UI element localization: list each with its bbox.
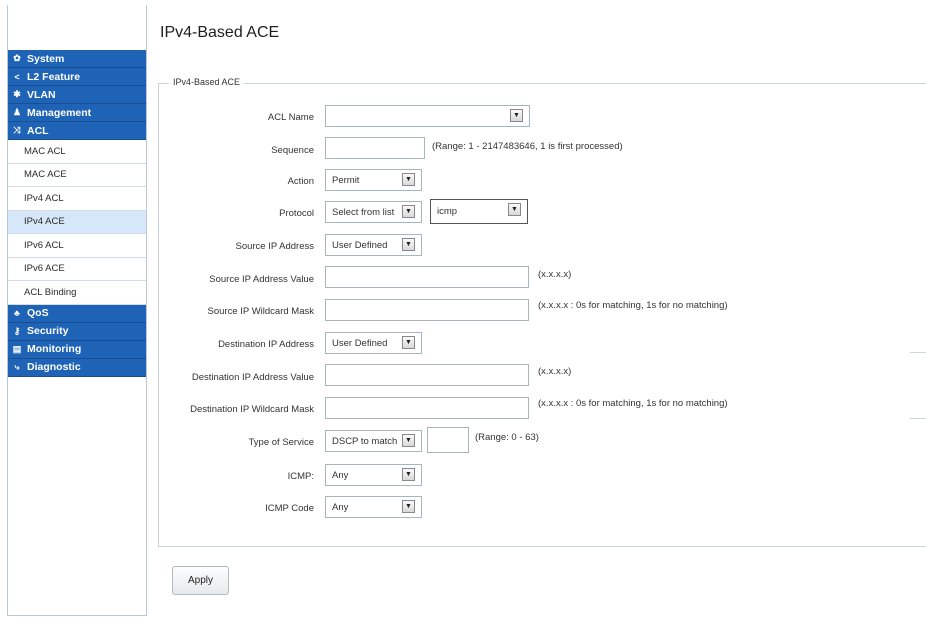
sidebar-section-qos[interactable]: ♣ QoS <box>8 304 146 323</box>
icmp-value: Any <box>332 469 349 481</box>
destination-ip-value: User Defined <box>332 337 388 349</box>
action-label: Action <box>287 176 314 187</box>
icmp-code-label: ICMP Code <box>265 503 314 514</box>
sidebar-section-vlan[interactable]: ✱ VLAN <box>8 86 146 104</box>
sidebar-top-spacer <box>8 5 146 50</box>
shuffle-icon: ⤨ <box>13 125 21 135</box>
source-ip-label: Source IP Address <box>235 241 314 252</box>
share-icon: < <box>14 71 20 82</box>
action-value: Permit <box>332 174 360 186</box>
fieldset-legend: IPv4-Based ACE <box>169 77 245 87</box>
sidebar-section-label: System <box>27 52 65 65</box>
tos-input[interactable] <box>427 427 469 453</box>
sequence-hint: (Range: 1 - 2147483646, 1 is first proce… <box>432 141 623 152</box>
destination-ip-value-input[interactable] <box>325 364 529 386</box>
apply-button[interactable]: Apply <box>172 566 229 595</box>
icmp-label: ICMP: <box>287 471 314 482</box>
page-title: IPv4-Based ACE <box>160 24 280 41</box>
sidebar-section-label: Monitoring <box>27 343 82 355</box>
monitor-icon: ▤ <box>12 343 22 354</box>
destination-ip-value-hint: (x.x.x.x) <box>538 366 572 377</box>
chevron-down-icon: ▼ <box>402 173 415 186</box>
user-icon: ♟ <box>12 107 22 117</box>
sidebar-item-label: IPv6 ACL <box>24 239 64 251</box>
sidebar-item-ipv6-ace[interactable]: IPv6 ACE <box>8 257 146 281</box>
key-icon: ⚷ <box>13 325 21 336</box>
sidebar-item-label: IPv4 ACE <box>24 216 65 228</box>
chevron-down-icon: ▼ <box>402 500 415 513</box>
source-wildcard-input[interactable] <box>325 299 529 321</box>
chevron-down-icon: ▼ <box>402 434 415 447</box>
divider <box>910 418 926 419</box>
sidebar-section-label: Management <box>27 106 92 119</box>
destination-wildcard-hint: (x.x.x.x : 0s for matching, 1s for no ma… <box>538 398 728 409</box>
protocol-value: Select from list <box>332 206 395 218</box>
icmp-code-value: Any <box>332 501 349 513</box>
source-ip-value: User Defined <box>332 239 388 251</box>
tos-select[interactable]: DSCP to match ▼ <box>325 430 422 452</box>
source-ip-value-label: Source IP Address Value <box>209 274 314 285</box>
source-ip-select[interactable]: User Defined ▼ <box>325 234 422 256</box>
sidebar-item-mac-ace[interactable]: MAC ACE <box>8 163 146 187</box>
source-wildcard-label: Source IP Wildcard Mask <box>207 306 314 317</box>
sidebar-item-label: IPv4 ACL <box>24 192 64 204</box>
sidebar-item-label: MAC ACL <box>24 145 66 157</box>
sidebar: ✿ System < L2 Feature ✱ VLAN ♟ Managemen… <box>7 5 147 616</box>
chevron-down-icon: ▼ <box>402 468 415 481</box>
sidebar-section-monitoring[interactable]: ▤ Monitoring <box>8 340 146 359</box>
icmp-code-select[interactable]: Any ▼ <box>325 496 422 518</box>
sidebar-item-ipv6-acl[interactable]: IPv6 ACL <box>8 234 146 258</box>
divider <box>910 352 926 353</box>
destination-wildcard-label: Destination IP Wildcard Mask <box>190 404 314 415</box>
sidebar-section-label: Security <box>27 325 69 337</box>
network-icon: ✱ <box>13 89 21 99</box>
sequence-input[interactable] <box>325 137 425 159</box>
sidebar-section-acl[interactable]: ⤨ ACL <box>8 122 146 140</box>
sidebar-section-label: VLAN <box>27 88 56 101</box>
sidebar-section-security[interactable]: ⚷ Security <box>8 322 146 341</box>
protocol-type-value: icmp <box>437 206 458 217</box>
sidebar-section-system[interactable]: ✿ System <box>8 50 146 68</box>
destination-ip-select[interactable]: User Defined ▼ <box>325 332 422 354</box>
chevron-down-icon: ▼ <box>508 203 521 216</box>
sidebar-section-label: L2 Feature <box>27 70 81 83</box>
sidebar-section-label: ACL <box>27 124 49 137</box>
acl-name-select[interactable]: ▼ <box>325 105 530 127</box>
sidebar-item-mac-acl[interactable]: MAC ACL <box>8 140 146 164</box>
qos-icon: ♣ <box>14 308 20 318</box>
tos-value: DSCP to match <box>332 435 398 447</box>
sidebar-item-ipv4-acl[interactable]: IPv4 ACL <box>8 187 146 211</box>
sidebar-section-label: Diagnostic <box>27 361 81 373</box>
chevron-down-icon: ▼ <box>402 238 415 251</box>
source-ip-value-input[interactable] <box>325 266 529 288</box>
action-select[interactable]: Permit ▼ <box>325 169 422 191</box>
chevron-down-icon: ▼ <box>402 205 415 218</box>
chevron-down-icon: ▼ <box>510 109 523 122</box>
source-ip-value-hint: (x.x.x.x) <box>538 269 572 280</box>
protocol-label: Protocol <box>279 208 314 219</box>
sidebar-item-label: MAC ACE <box>24 169 67 181</box>
protocol-type-select[interactable]: icmp ▼ <box>430 199 528 224</box>
sidebar-section-management[interactable]: ♟ Management <box>8 104 146 122</box>
sidebar-item-ipv4-ace[interactable]: IPv4 ACE <box>8 210 146 234</box>
sidebar-section-l2-feature[interactable]: < L2 Feature <box>8 68 146 86</box>
sidebar-section-label: QoS <box>27 307 49 319</box>
chevron-down-icon: ▼ <box>402 336 415 349</box>
destination-ip-label: Destination IP Address <box>218 339 314 350</box>
sidebar-item-label: IPv6 ACE <box>24 263 65 275</box>
source-wildcard-hint: (x.x.x.x : 0s for matching, 1s for no ma… <box>538 300 728 311</box>
wrench-icon: ⤷ <box>14 361 20 372</box>
sidebar-section-diagnostic[interactable]: ⤷ Diagnostic <box>8 358 146 377</box>
tos-hint: (Range: 0 - 63) <box>475 432 539 443</box>
icmp-select[interactable]: Any ▼ <box>325 464 422 486</box>
destination-wildcard-input[interactable] <box>325 397 529 419</box>
acl-name-label: ACL Name <box>267 112 314 123</box>
tos-label: Type of Service <box>248 437 314 448</box>
destination-ip-value-label: Destination IP Address Value <box>191 372 314 383</box>
protocol-select[interactable]: Select from list ▼ <box>325 201 422 223</box>
gear-icon: ✿ <box>13 53 21 63</box>
sidebar-item-acl-binding[interactable]: ACL Binding <box>8 281 146 305</box>
sidebar-item-label: ACL Binding <box>24 286 77 298</box>
sequence-label: Sequence <box>271 145 314 156</box>
